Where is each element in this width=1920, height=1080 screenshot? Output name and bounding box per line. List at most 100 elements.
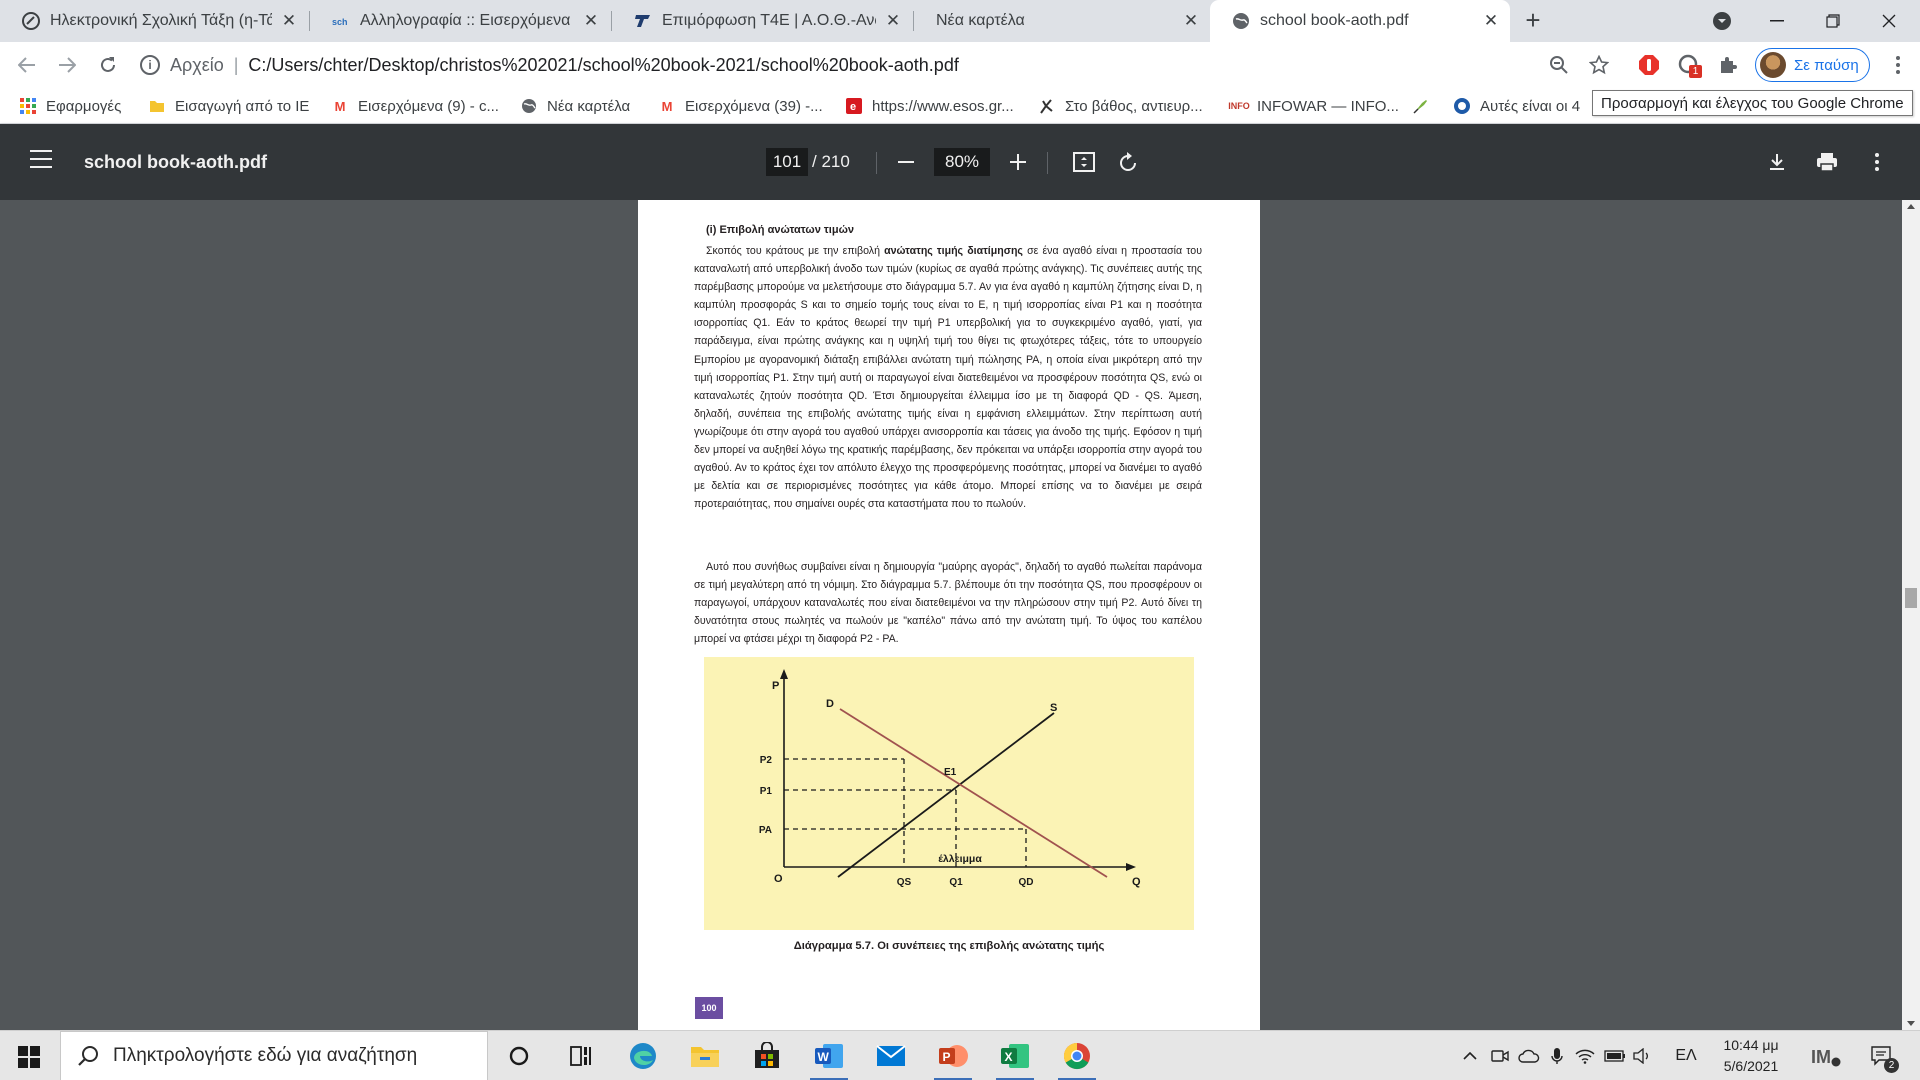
globe-icon — [520, 97, 538, 115]
store-app[interactable] — [742, 1031, 792, 1080]
scroll-up-arrow-icon[interactable] — [1907, 204, 1915, 209]
bookmark-star-icon[interactable] — [1587, 53, 1611, 77]
action-center-button[interactable]: 2 — [1862, 1031, 1902, 1080]
scrollbar-thumb[interactable] — [1905, 588, 1917, 608]
tab-eclass[interactable]: Ηλεκτρονική Σχολική Τάξη (η-Τάξη) ✕ — [0, 0, 308, 42]
url-scheme: Αρχείο — [170, 54, 224, 75]
bookmark-icon-only[interactable] — [1412, 88, 1439, 124]
reload-button[interactable] — [94, 51, 122, 79]
zoom-level-input[interactable]: 80% — [934, 148, 990, 176]
restore-button[interactable] — [1806, 0, 1860, 42]
bookmark-article[interactable]: Στο βάθος, αντιευρ... — [1038, 88, 1203, 124]
chrome-menu-icon[interactable] — [1886, 53, 1910, 77]
meet-now-icon[interactable] — [1488, 1031, 1512, 1080]
bookmark-four[interactable]: Αυτές είναι οι 4 — [1453, 88, 1580, 124]
close-icon[interactable]: ✕ — [280, 11, 298, 31]
more-options-button[interactable] — [1863, 148, 1891, 176]
bookmark-apps[interactable]: Εφαρμογές — [19, 88, 121, 124]
pdf-scrollbar[interactable] — [1902, 200, 1920, 1030]
scroll-down-arrow-icon[interactable] — [1907, 1021, 1915, 1026]
download-button[interactable] — [1763, 148, 1791, 176]
file-explorer-app[interactable] — [680, 1031, 730, 1080]
bookmark-new-tab[interactable]: Νέα καρτέλα — [520, 88, 630, 124]
rotate-button[interactable] — [1115, 148, 1143, 176]
powerpoint-app[interactable]: P — [928, 1031, 978, 1080]
webmail-icon: sch — [332, 12, 350, 30]
battery-icon[interactable] — [1602, 1031, 1628, 1080]
close-icon[interactable]: ✕ — [582, 11, 600, 31]
close-icon[interactable]: ✕ — [1482, 11, 1500, 31]
user-account-icon[interactable]: IM — [1806, 1031, 1846, 1080]
task-view-button[interactable] — [556, 1031, 606, 1080]
figure-icon — [1038, 97, 1056, 115]
zoom-out-button[interactable] — [892, 148, 920, 176]
cortana-circle-icon — [509, 1046, 529, 1066]
zoom-in-button[interactable] — [1004, 148, 1032, 176]
t4e-icon — [634, 12, 652, 30]
svg-text:W: W — [818, 1050, 830, 1064]
p-axis-arrow — [780, 669, 788, 679]
print-button[interactable] — [1813, 148, 1841, 176]
paragraph-1: Σκοπός του κράτους με την επιβολή ανώτατ… — [694, 242, 1202, 513]
show-hidden-icons-button[interactable] — [1456, 1031, 1484, 1080]
volume-icon[interactable] — [1630, 1031, 1656, 1080]
pdf-viewport[interactable]: (i) Επιβολή ανώτατων τιμών Σκοπός του κρ… — [0, 200, 1920, 1030]
url-text[interactable]: C:/Users/chter/Desktop/christos%202021/s… — [248, 55, 958, 76]
zoom-icon[interactable] — [1547, 53, 1571, 77]
taskbar-search[interactable]: Πληκτρολογήστε εδώ για αναζήτηση — [60, 1031, 488, 1080]
tab-new[interactable]: Νέα καρτέλα ✕ — [914, 0, 1210, 42]
bookmark-gmail-1[interactable]: M Εισερχόμενα (9) - c... — [331, 88, 499, 124]
bookmark-esos[interactable]: e https://www.esos.gr... — [845, 88, 1014, 124]
puzzle-extensions-icon[interactable] — [1716, 53, 1740, 77]
bookmark-label: https://www.esos.gr... — [872, 97, 1014, 115]
info-icon[interactable]: i — [140, 55, 160, 75]
svg-text:IM: IM — [1811, 1047, 1831, 1067]
svg-text:e: e — [850, 101, 856, 113]
address-bar[interactable]: i Αρχείο | C:/Users/chter/Desktop/christ… — [140, 48, 1590, 82]
bookmark-import-ie[interactable]: Εισαγωγή από το IE — [148, 88, 309, 124]
back-button[interactable] — [13, 51, 41, 79]
bookmark-gmail-2[interactable]: M Εισερχόμενα (39) -... — [658, 88, 823, 124]
bookmark-label: Εισερχόμενα (9) - c... — [358, 97, 499, 115]
tab-title: Ηλεκτρονική Σχολική Τάξη (η-Τάξη) — [50, 12, 272, 29]
p-axis-label: P — [772, 680, 779, 692]
mail-app[interactable] — [866, 1031, 916, 1080]
hamburger-menu-icon[interactable] — [30, 150, 52, 168]
taskbar-clock[interactable]: 10:44 μμ 5/6/2021 — [1706, 1035, 1796, 1077]
tab-pdf[interactable]: school book-aoth.pdf ✕ — [1210, 0, 1510, 42]
page-number-input[interactable]: 101 — [766, 148, 808, 176]
minimize-button[interactable] — [1750, 0, 1804, 42]
tab-title: Νέα καρτέλα — [936, 12, 1025, 29]
tab-t4e[interactable]: Επιμόρφωση Τ4Ε | Α.Ο.Θ.-Ανώτατο ✕ — [612, 0, 912, 42]
bookmark-label: Νέα καρτέλα — [547, 97, 631, 115]
demand-label: D — [826, 698, 834, 710]
wifi-icon[interactable] — [1572, 1031, 1598, 1080]
excel-app[interactable]: X — [990, 1031, 1040, 1080]
site-icon — [1453, 97, 1471, 115]
close-icon[interactable]: ✕ — [884, 11, 902, 31]
close-icon[interactable]: ✕ — [1182, 11, 1200, 31]
gmail-icon: M — [661, 98, 673, 114]
qty-label-qs: QS — [897, 877, 912, 888]
input-language[interactable]: ΕΛ — [1670, 1031, 1702, 1080]
fit-page-button[interactable] — [1070, 148, 1098, 176]
cortana-button[interactable] — [494, 1031, 544, 1080]
new-tab-button[interactable]: + — [1520, 7, 1546, 34]
extension-icon[interactable]: 1 — [1677, 53, 1702, 78]
chrome-app[interactable] — [1052, 1031, 1102, 1080]
tab-search-button[interactable] — [1695, 0, 1749, 42]
close-window-button[interactable] — [1862, 0, 1916, 42]
onedrive-cloud-icon[interactable] — [1516, 1031, 1542, 1080]
bookmark-infowar[interactable]: INFO INFOWAR — INFO... — [1228, 88, 1399, 124]
edge-app[interactable] — [618, 1031, 668, 1080]
windows-start-icon[interactable] — [18, 1046, 40, 1068]
forward-button[interactable] — [53, 51, 81, 79]
word-app[interactable]: W — [804, 1031, 854, 1080]
profile-button[interactable]: Σε παύση — [1755, 48, 1870, 82]
adblock-extension-icon[interactable] — [1637, 53, 1661, 77]
qty-label-q1: Q1 — [949, 877, 963, 888]
gmail-icon: M — [334, 98, 346, 114]
globe-icon — [1232, 12, 1250, 30]
tab-mail[interactable]: sch Αλληλογραφία :: Εισερχόμενα ✕ — [310, 0, 610, 42]
microphone-icon[interactable] — [1546, 1031, 1568, 1080]
